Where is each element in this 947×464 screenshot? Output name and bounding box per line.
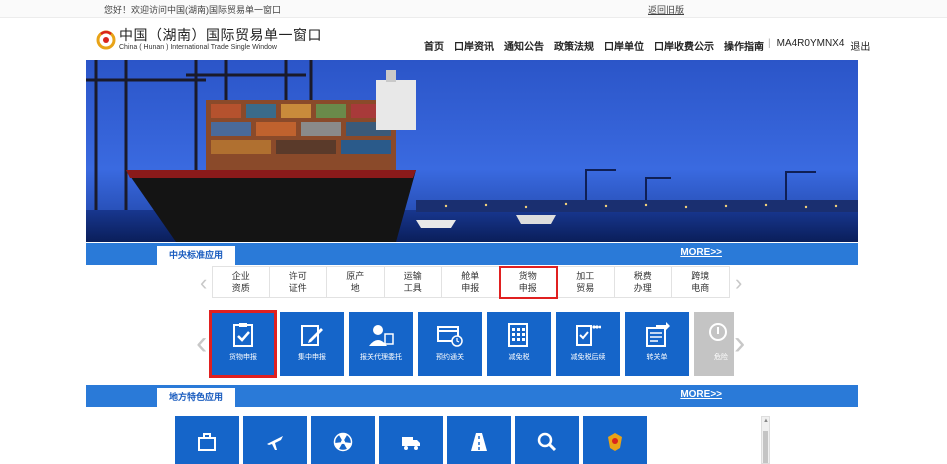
local-app-truck[interactable] [379,416,443,464]
top-bar: 您好！欢迎访问中国(湖南)国际贸易单一窗口 返回旧版 [0,0,947,18]
tile-label: 减免税后续 [570,354,606,361]
tile-label: 减免税 [508,354,530,361]
hazard-icon [709,323,727,341]
tile-label: 危险 [714,354,728,361]
tile-goods-declaration[interactable]: 货物申报 [209,310,277,378]
document-tasks-icon [576,325,601,346]
airplane-icon [267,436,283,450]
section-local-title[interactable]: 地方特色应用 [157,388,236,407]
transfer-document-icon [646,322,670,347]
category-origin[interactable]: 原产地 [327,267,385,298]
tile-tax-reduction-followup[interactable]: 减免税后续 [556,312,620,376]
scroll-up-icon[interactable]: ▲ [763,418,769,424]
logo-title-cn: 中国（湖南）国际贸易单一窗口 [119,27,322,43]
nav-port-units[interactable]: 口岸单位 [604,38,644,53]
tile-label: 转关单 [646,354,668,361]
tile-customs-agent-entrust[interactable]: 报关代理委托 [349,312,413,376]
local-app-search[interactable] [515,416,579,464]
category-transport[interactable]: 运输 工具 [385,267,442,298]
category-goods-declaration[interactable]: 货物 申报 [498,266,558,299]
tiles-next-arrow[interactable]: › [734,324,745,363]
section-local-bar: 地方特色应用 MORE>> [86,385,858,407]
logo-text: 中国（湖南）国际贸易单一窗口 China ( Hunan ) Internati… [119,27,322,52]
agent-user-icon [369,325,394,346]
logout-link[interactable]: 退出 [850,38,870,53]
local-app-radiation[interactable] [311,416,375,464]
tile-appointment-clearance[interactable]: 预约通关 [418,312,482,376]
nav-notices[interactable]: 通知公告 [504,38,544,53]
tile-label: 集中申报 [298,354,326,361]
nav-policies[interactable]: 政策法规 [554,38,594,53]
old-version-link[interactable]: 返回旧版 [648,3,684,16]
tile-label: 货物申报 [229,354,257,361]
category-tax[interactable]: 税费 办理 [615,267,672,298]
truck-icon [402,437,420,450]
banner-image [86,60,858,242]
edit-document-icon [301,325,323,346]
category-prev-arrow[interactable]: ‹ [200,270,207,296]
local-app-emblem[interactable] [583,416,647,464]
category-processing-trade[interactable]: 加工 贸易 [557,267,615,298]
emblem-icon [608,433,622,451]
port-illustration [86,60,858,242]
category-tabs: 企业 资质 许可 证件 原产地 运输 工具 舱单 申报 货物 申报 加工 贸易 税费 办理 跨… [212,266,730,299]
radiation-icon [333,432,353,452]
section-central-more-link[interactable]: MORE>> [680,247,722,258]
section-central-bar: 中央标准应用 MORE>> [86,243,858,265]
logo-title-en: China ( Hunan ) International Trade Sing… [119,44,277,51]
briefcase-icon [198,433,216,451]
tile-transit-form[interactable]: 转关单 [625,312,689,376]
tile-dangerous-goods[interactable]: 危险 [694,312,734,376]
user-id[interactable]: MA4R0YMNX4 [777,38,845,53]
tile-centralized-declaration[interactable]: 集中申报 [280,312,344,376]
scrollbar-thumb[interactable] [763,431,768,463]
header: 中国（湖南）国际贸易单一窗口 China ( Hunan ) Internati… [0,18,947,60]
logo-icon [96,30,116,50]
category-manifest[interactable]: 舱单 申报 [442,267,500,298]
nav-port-news[interactable]: 口岸资讯 [454,38,494,53]
category-license[interactable]: 许可 证件 [270,267,327,298]
magnifier-icon [537,432,557,452]
main-nav: 首页 口岸资讯 通知公告 政策法规 口岸单位 口岸收费公示 操作指南 | MA4… [424,38,880,53]
nav-separator: | [768,38,771,49]
local-app-briefcase[interactable] [175,416,239,464]
nav-guide[interactable]: 操作指南 [724,38,764,53]
section-local-more-link[interactable]: MORE>> [680,389,722,400]
scrollbar[interactable]: ▲ [761,416,770,464]
local-app-road[interactable] [447,416,511,464]
category-ecommerce[interactable]: 跨境 电商 [672,267,730,298]
calculator-icon [508,323,528,347]
nav-port-fees[interactable]: 口岸收费公示 [654,38,714,53]
tile-label: 预约通关 [436,354,464,361]
tiles-prev-arrow[interactable]: ‹ [196,324,207,363]
nav-home[interactable]: 首页 [424,38,444,53]
section-central-title[interactable]: 中央标准应用 [157,246,236,265]
tile-tax-reduction[interactable]: 减免税 [487,312,551,376]
category-qualification[interactable]: 企业 资质 [212,267,270,298]
road-icon [471,433,487,451]
category-next-arrow[interactable]: › [735,270,742,296]
clipboard-check-icon [233,323,253,347]
card-clock-icon [437,326,463,347]
welcome-text: 您好！欢迎访问中国(湖南)国际贸易单一窗口 [104,5,281,15]
tile-label: 报关代理委托 [360,354,402,361]
local-app-airport[interactable] [243,416,307,464]
